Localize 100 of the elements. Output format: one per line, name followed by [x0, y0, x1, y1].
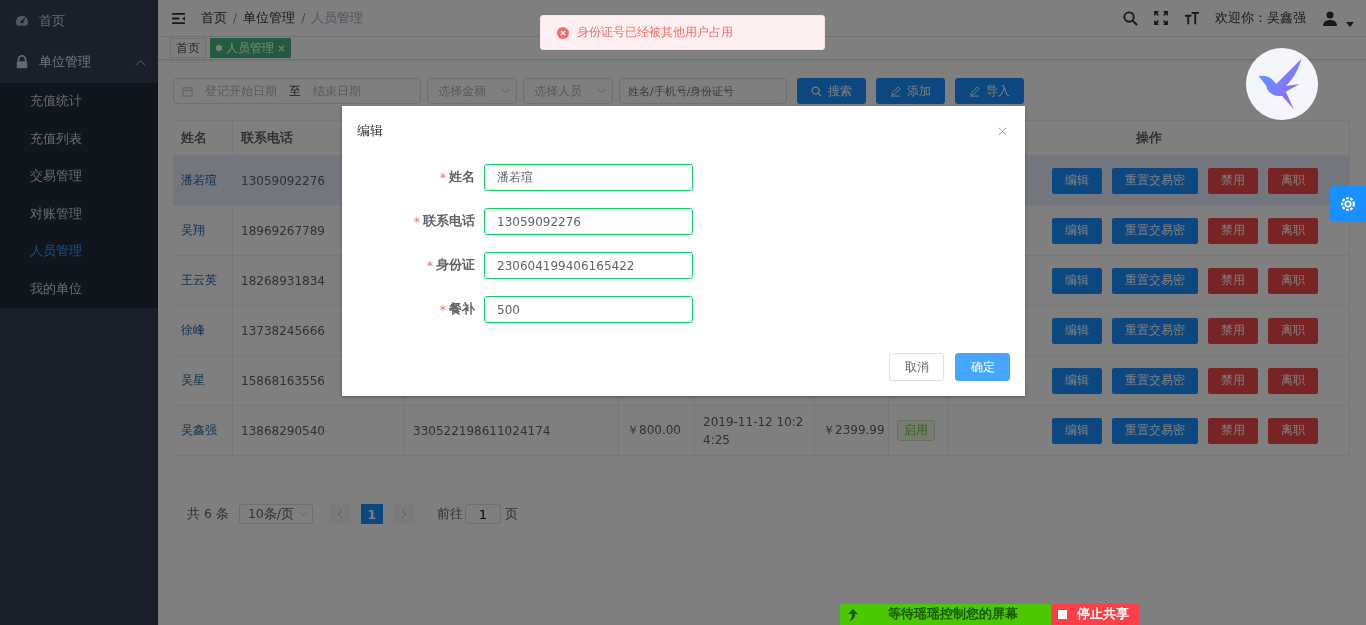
required-mark: *	[439, 302, 446, 317]
table-cell: 王云英	[181, 272, 217, 289]
table-cell: ￥800.00	[627, 422, 681, 439]
action-button[interactable]: 重置交易密	[1112, 317, 1198, 344]
table-cell: 13059092276	[241, 173, 325, 188]
goto-label: 前往	[436, 505, 463, 523]
total-count: 共 6 条	[187, 505, 229, 523]
arrow-icon	[848, 608, 858, 621]
action-button[interactable]: 禁用	[1208, 367, 1258, 394]
gear-icon	[1339, 195, 1357, 213]
table-cell: 徐峰	[181, 322, 205, 339]
required-mark: *	[413, 214, 420, 229]
toolbar-button[interactable]: 导入	[955, 78, 1024, 104]
action-button[interactable]: 编辑	[1052, 317, 1102, 344]
breadcrumb-item[interactable]: 单位管理	[243, 9, 296, 27]
action-button[interactable]: 重置交易密	[1112, 217, 1198, 244]
submenu-item[interactable]: 交易管理	[0, 158, 158, 196]
page-tab[interactable]: 首页	[170, 38, 206, 58]
table-cell: 13738245666	[241, 323, 325, 338]
action-button[interactable]: 重置交易密	[1112, 267, 1198, 294]
required-mark: *	[439, 170, 446, 185]
share-status-bar: 等待瑶瑶控制您的屏幕	[840, 604, 1051, 625]
table-row[interactable]: 吴鑫强 13868290540 330522198611024174 ￥800.00 2019-11-12 10:24:25 ￥2399.99 启用 编辑 重置交易密 禁用 离职	[173, 406, 1350, 456]
action-button[interactable]: 禁用	[1208, 317, 1258, 344]
action-button[interactable]: 离职	[1268, 367, 1318, 394]
menu-icon[interactable]	[172, 12, 185, 24]
action-button[interactable]: 编辑	[1052, 417, 1102, 444]
action-button[interactable]: 离职	[1268, 417, 1318, 444]
action-button[interactable]: 离职	[1268, 217, 1318, 244]
submenu-item[interactable]: 我的单位	[0, 270, 158, 308]
input-field[interactable]: 230604199406165422	[484, 252, 693, 279]
table-cell: 18969267789	[241, 223, 325, 238]
settings-button[interactable]	[1330, 186, 1366, 222]
error-icon	[557, 26, 569, 39]
chevron-icon	[501, 88, 510, 94]
table-cell: 吴鑫强	[181, 422, 217, 439]
table-cell: 吴翔	[181, 222, 205, 239]
action-button[interactable]: 离职	[1268, 167, 1318, 194]
close-icon[interactable]	[998, 126, 1007, 136]
page-input[interactable]: 1	[464, 504, 501, 524]
breadcrumb-separator: /	[233, 9, 238, 27]
action-button[interactable]: 编辑	[1052, 267, 1102, 294]
table-cell: 330522198611024174	[413, 423, 551, 438]
field-label: 姓名	[449, 169, 475, 186]
action-button[interactable]: 禁用	[1208, 167, 1258, 194]
input-field[interactable]: 13059092276	[484, 208, 693, 235]
submenu-item[interactable]: 充值列表	[0, 120, 158, 158]
table-cell: 15868163556	[241, 373, 325, 388]
input-field[interactable]: 潘若瑄	[484, 164, 693, 191]
search-icon	[811, 85, 822, 97]
column-header: 姓名	[173, 121, 233, 155]
submenu-item[interactable]: 对账管理	[0, 195, 158, 233]
dialog-button[interactable]: 确定	[955, 353, 1010, 381]
required-mark: *	[426, 258, 433, 273]
chevron-icon	[597, 88, 606, 94]
action-button[interactable]: 离职	[1268, 317, 1318, 344]
dashboard-icon	[15, 13, 29, 28]
table-cell-text: 2019-11-12 10:24:25	[703, 413, 805, 449]
action-button[interactable]: 编辑	[1052, 367, 1102, 394]
welcome-text: 欢迎你：吴鑫强	[1215, 9, 1306, 27]
action-button[interactable]: 禁用	[1208, 267, 1258, 294]
action-button[interactable]: 重置交易密	[1112, 367, 1198, 394]
menu-item[interactable]: 首页	[0, 0, 158, 41]
submenu-item[interactable]: 人员管理	[0, 233, 158, 271]
dialog-button[interactable]: 取消	[889, 353, 944, 381]
toolbar-button[interactable]: 搜索	[797, 78, 866, 104]
field-label: 联系电话	[423, 213, 475, 230]
chevron-left-icon	[336, 509, 343, 519]
action-button[interactable]: 重置交易密	[1112, 417, 1198, 444]
user-avatar-icon[interactable]	[1322, 10, 1338, 26]
fullscreen-icon[interactable]	[1154, 11, 1168, 25]
dialog-title: 编辑	[357, 122, 383, 140]
status-tag: 启用	[897, 420, 935, 441]
chevron-right-icon	[400, 509, 407, 519]
bird-logo-icon[interactable]	[1245, 47, 1319, 121]
toast-message: 身份证号已经被其他用户占用	[577, 24, 733, 41]
input-field[interactable]: 500	[484, 296, 693, 323]
page-number[interactable]: 1	[360, 504, 383, 524]
action-button[interactable]: 禁用	[1208, 217, 1258, 244]
action-button[interactable]: 编辑	[1052, 217, 1102, 244]
toolbar-button[interactable]: 添加	[876, 78, 945, 104]
action-button[interactable]: 离职	[1268, 267, 1318, 294]
pencil-icon	[890, 85, 901, 97]
table-cell: 潘若瑄	[181, 172, 217, 189]
submenu-item[interactable]: 充值统计	[0, 83, 158, 121]
breadcrumb-item[interactable]: 首页	[201, 9, 227, 27]
action-button[interactable]: 编辑	[1052, 167, 1102, 194]
action-button[interactable]: 禁用	[1208, 417, 1258, 444]
caret-icon[interactable]	[1346, 21, 1354, 27]
font-size-icon[interactable]	[1184, 10, 1199, 26]
search-icon[interactable]	[1123, 10, 1138, 26]
action-button[interactable]: 重置交易密	[1112, 167, 1198, 194]
page-tab[interactable]: 人员管理	[210, 38, 291, 58]
page-size-select[interactable]: 10条/页	[238, 504, 313, 524]
stop-sharing-button[interactable]: 停止共享	[1051, 604, 1139, 625]
field-label: 身份证	[436, 257, 475, 274]
menu-label: 首页	[39, 11, 65, 30]
table-cell: 吴星	[181, 372, 205, 389]
menu-item[interactable]: 单位管理	[0, 41, 158, 83]
range-separator: 至	[289, 82, 301, 100]
